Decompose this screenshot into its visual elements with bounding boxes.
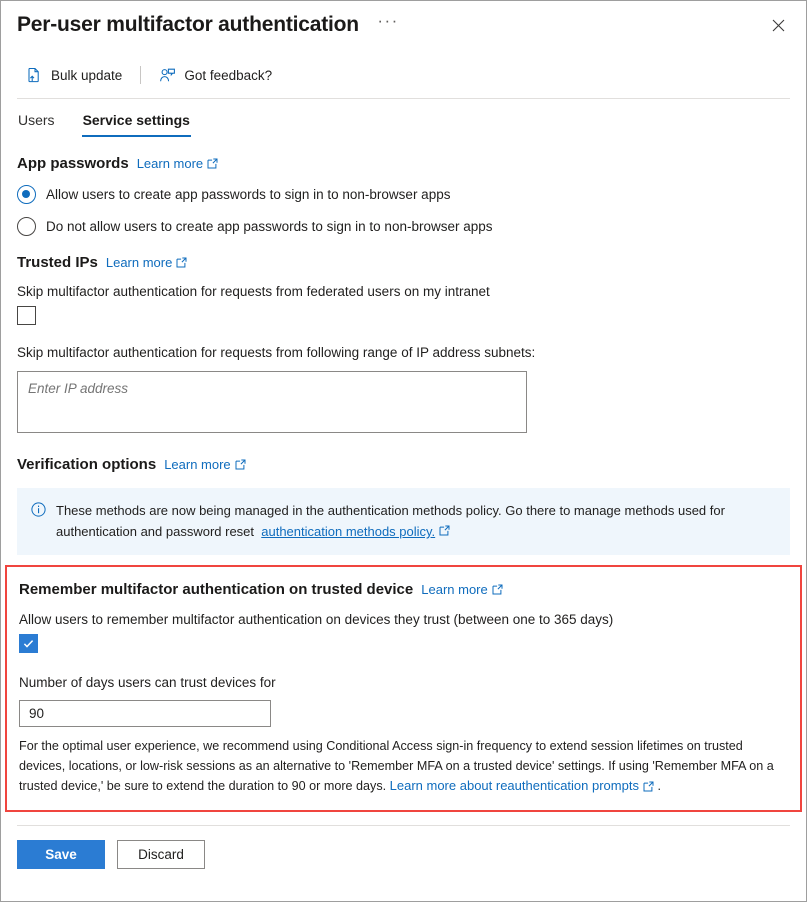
radio-disallow-app-passwords-label: Do not allow users to create app passwor… [46,219,493,234]
radio-disallow-app-passwords[interactable]: Do not allow users to create app passwor… [17,217,790,236]
tab-service-settings[interactable]: Service settings [81,108,192,137]
save-button[interactable]: Save [17,840,105,869]
got-feedback-button[interactable]: Got feedback? [150,59,281,91]
remember-device-learn-more-link[interactable]: Learn more [421,582,503,597]
close-icon[interactable] [763,10,793,40]
verification-options-learn-more-link[interactable]: Learn more [164,457,246,472]
remember-device-heading: Remember multifactor authentication on t… [19,581,414,598]
tab-list: Users Service settings [1,108,806,137]
external-link-icon [207,158,218,169]
trusted-ips-learn-more-link[interactable]: Learn more [106,255,187,270]
info-banner-text: These methods are now being managed in t… [56,500,776,542]
tab-users[interactable]: Users [17,108,56,137]
radio-disallow-app-passwords-control[interactable] [17,217,36,236]
allow-remember-checkbox[interactable] [19,634,38,653]
bulk-update-label: Bulk update [51,67,123,83]
federated-users-label: Skip multifactor authentication for requ… [17,284,490,299]
external-link-icon [176,257,187,268]
discard-button[interactable]: Discard [117,840,205,869]
recommendation-note-period: . [657,779,661,793]
allow-remember-label: Allow users to remember multifactor auth… [19,612,614,627]
external-link-icon [492,584,503,595]
footer-actions: Save Discard [1,826,806,869]
command-bar-divider [17,98,790,99]
days-input[interactable] [19,700,271,727]
info-icon [31,502,46,542]
verification-options-heading: Verification options [17,456,157,473]
titlebar: Per-user multifactor authentication ··· [1,1,806,47]
app-passwords-heading: App passwords [17,155,129,172]
radio-allow-app-passwords[interactable]: Allow users to create app passwords to s… [17,185,790,204]
authentication-methods-policy-link[interactable]: authentication methods policy. [261,524,435,539]
remember-device-heading-row: Remember multifactor authentication on t… [19,581,788,598]
external-link-icon [235,459,246,470]
feedback-icon [159,67,176,84]
bulk-update-icon [26,67,43,84]
settings-content: App passwords Learn more Allow users to … [1,155,806,555]
info-banner: These methods are now being managed in t… [17,488,790,555]
trusted-ips-heading-row: Trusted IPs Learn more [17,254,790,271]
remember-device-highlight-region: Remember multifactor authentication on t… [5,565,802,812]
trusted-ips-heading: Trusted IPs [17,254,98,271]
radio-allow-app-passwords-label: Allow users to create app passwords to s… [46,187,451,202]
more-options-button[interactable]: ··· [377,12,398,30]
got-feedback-label: Got feedback? [184,67,273,83]
app-passwords-heading-row: App passwords Learn more [17,155,790,172]
verification-options-heading-row: Verification options Learn more [17,456,790,473]
federated-users-checkbox[interactable] [17,306,36,325]
days-label: Number of days users can trust devices f… [19,675,276,690]
reauthentication-prompts-link[interactable]: Learn more about reauthentication prompt… [390,776,654,796]
recommendation-note: For the optimal user experience, we reco… [19,736,788,796]
subnets-label: Skip multifactor authentication for requ… [17,345,536,360]
bulk-update-button[interactable]: Bulk update [17,59,131,91]
command-bar: Bulk update Got feedback? [1,55,806,95]
radio-allow-app-passwords-control[interactable] [17,185,36,204]
page-title: Per-user multifactor authentication [17,13,359,36]
external-link-icon [439,525,450,536]
ip-address-input[interactable] [17,371,527,433]
app-passwords-learn-more-link[interactable]: Learn more [137,156,218,171]
blade-panel: Per-user multifactor authentication ··· … [0,0,807,902]
command-separator [140,66,142,84]
external-link-icon [643,781,654,792]
